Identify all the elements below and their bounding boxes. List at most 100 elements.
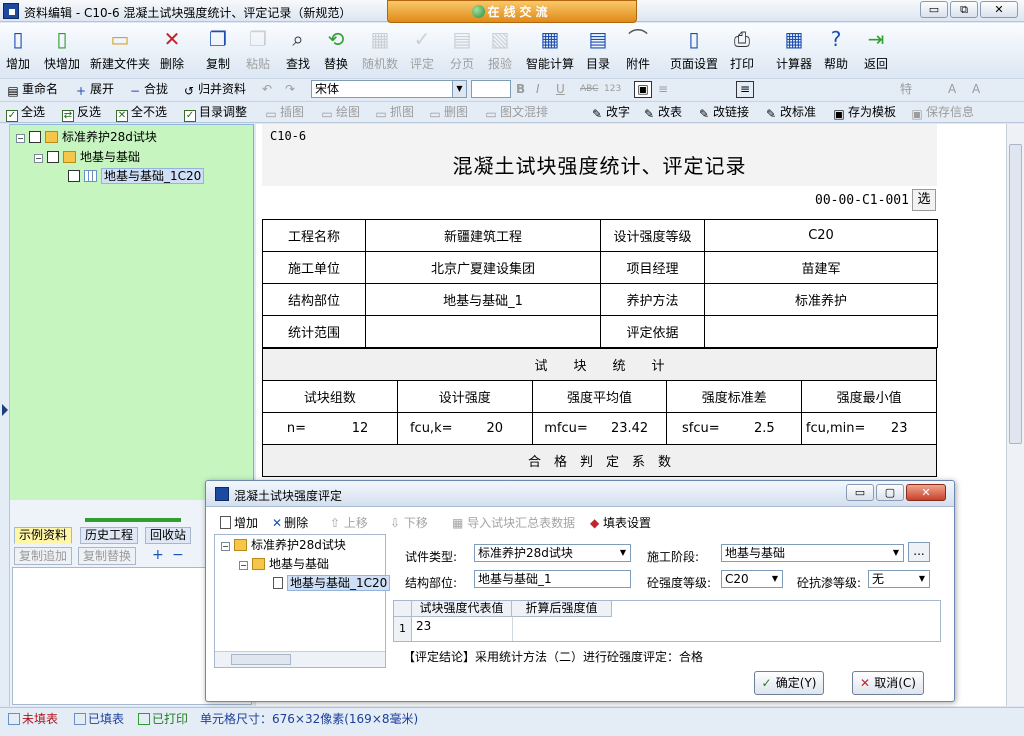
dialog-tree-root[interactable]: − 标准养护28d试块 <box>221 537 346 553</box>
delete-pic-button[interactable]: ▭ 删图 <box>428 104 468 121</box>
dialog-maximize-button[interactable]: ▢ <box>876 484 904 501</box>
close-button[interactable]: ✕ <box>980 1 1018 18</box>
expand-button[interactable]: + 展开 <box>74 81 114 98</box>
copy-replace-button[interactable]: 复制替换 <box>78 547 137 565</box>
stage-more-button[interactable]: ... <box>908 542 930 562</box>
rename-button[interactable]: ▤ 重命名 <box>6 81 58 98</box>
add-icon[interactable]: + <box>152 547 164 563</box>
collapse-toggle-icon[interactable]: − <box>221 542 230 551</box>
change-link-button[interactable]: ✎ 改链接 <box>697 104 749 121</box>
dialog-import-button[interactable]: ▦ 导入试块汇总表数据 <box>452 514 575 531</box>
stat-value-cell[interactable]: fcu,k= 20 <box>396 412 533 445</box>
expand-arrow-icon[interactable] <box>2 404 8 416</box>
collapse-button[interactable]: − 合拢 <box>128 81 168 98</box>
strength-grid[interactable]: 试块强度代表值 折算后强度值 1 23 <box>393 600 941 642</box>
seep-select[interactable]: 无 ▼ <box>868 570 930 588</box>
tree-checkbox[interactable] <box>47 151 59 163</box>
dialog-tree[interactable]: − 标准养护28d试块 − 地基与基础 地基与基础_1C20 <box>214 534 391 668</box>
tree-node-leaf[interactable]: 地基与基础_1C20 <box>68 168 205 184</box>
tab-examples[interactable]: 示例资料 <box>14 527 73 544</box>
underline-icon[interactable]: U <box>556 81 565 98</box>
scrollbar-thumb[interactable] <box>1009 144 1022 444</box>
info-value-cell[interactable] <box>365 315 601 348</box>
left-splitter[interactable] <box>0 124 10 706</box>
specimen-type-select[interactable]: 标准养护28d试块 ▼ <box>474 544 631 562</box>
dialog-delete-button[interactable]: ✕ 删除 <box>272 514 308 531</box>
toolbar-14-button[interactable]: ⌒ 附件 <box>624 25 652 72</box>
font-grow-icon[interactable]: A <box>948 81 956 98</box>
scrollbar-thumb[interactable] <box>231 654 291 665</box>
toolbar-2-button[interactable]: ▭ 新建文件夹 <box>90 25 150 72</box>
collapse-toggle-icon[interactable]: − <box>34 154 43 163</box>
info-value-cell[interactable]: 标准养护 <box>704 283 938 316</box>
align-left-icon[interactable]: ≡ <box>658 81 668 98</box>
dialog-tree-leaf[interactable]: 地基与基础_1C20 <box>273 575 391 591</box>
struct-input[interactable]: 地基与基础_1 <box>474 570 631 588</box>
online-chat-tab[interactable]: 在线交流 <box>387 0 637 23</box>
change-std-button[interactable]: ✎ 改标准 <box>764 104 816 121</box>
toolbar-8-button[interactable]: ▦ 随机数 <box>362 25 398 72</box>
stat-value-cell[interactable]: mfcu= 23.42 <box>531 412 668 445</box>
maximize-button[interactable]: ⧉ <box>950 1 978 18</box>
minimize-button[interactable]: ▭ <box>920 1 948 18</box>
select-number-button[interactable]: 选 <box>912 189 936 211</box>
toolbar-19-button[interactable]: ⇥ 返回 <box>862 25 890 72</box>
toolbar-10-button[interactable]: ▤ 分页 <box>448 25 476 72</box>
bold-icon[interactable]: B <box>516 81 525 98</box>
toolbar-5-button[interactable]: ❐ 粘贴 <box>244 25 272 72</box>
toolbar-11-button[interactable]: ▧ 报验 <box>486 25 514 72</box>
insert-pic-button[interactable]: ▭ 插图 <box>264 104 304 121</box>
toolbar-18-button[interactable]: ? 帮助 <box>822 25 850 72</box>
dialog-tree-hscroll[interactable] <box>215 651 385 667</box>
dir-adjust-button[interactable]: ✓ 目录调整 <box>184 104 247 122</box>
collapse-toggle-icon[interactable]: − <box>16 134 25 143</box>
select-all-button[interactable]: ✓ 全选 <box>6 104 45 122</box>
undo-icon[interactable]: ↶ <box>262 81 272 98</box>
info-value-cell[interactable]: C20 <box>704 219 938 252</box>
dialog-tree-child[interactable]: − 地基与基础 <box>239 556 329 572</box>
info-value-cell[interactable]: 地基与基础_1 <box>365 283 601 316</box>
remove-icon[interactable]: − <box>172 547 184 563</box>
redo-icon[interactable]: ↷ <box>285 81 295 98</box>
dialog-close-button[interactable]: ✕ <box>906 484 946 501</box>
info-value-cell[interactable]: 新疆建筑工程 <box>365 219 601 252</box>
collapse-toggle-icon[interactable]: − <box>239 561 248 570</box>
toolbar-9-button[interactable]: ✓ 评定 <box>408 25 436 72</box>
merge-button[interactable]: ↺ 归并资料 <box>182 81 246 98</box>
change-char-button[interactable]: ✎ 改字 <box>590 104 630 121</box>
copy-append-button[interactable]: 复制追加 <box>14 547 73 565</box>
tree-checkbox[interactable] <box>68 170 80 182</box>
tree-node-child[interactable]: − 地基与基础 <box>34 149 140 165</box>
stat-value-cell[interactable]: sfcu= 2.5 <box>666 412 803 445</box>
stage-select[interactable]: 地基与基础 ▼ <box>721 544 904 562</box>
align-center-icon[interactable]: ≡ <box>736 81 754 98</box>
toolbar-7-button[interactable]: ⟲ 替换 <box>322 25 350 72</box>
tab-recycle[interactable]: 回收站 <box>145 527 192 544</box>
select-none-button[interactable]: ✕ 全不选 <box>116 104 167 122</box>
toolbar-0-button[interactable]: ▯ 增加 <box>4 25 32 72</box>
save-info-button[interactable]: ▣ 保存信息 <box>910 104 974 121</box>
toolbar-3-button[interactable]: ✕ 删除 <box>158 25 186 72</box>
toolbar-4-button[interactable]: ❐ 复制 <box>204 25 232 72</box>
dialog-moveup-button[interactable]: ⇧ 上移 <box>330 514 368 531</box>
font-shrink-icon[interactable]: A <box>972 81 980 98</box>
grade-select[interactable]: C20 ▼ <box>721 570 783 588</box>
lock-icon[interactable]: ▣ <box>634 81 652 98</box>
superscript-icon[interactable]: 123 <box>604 81 621 98</box>
toolbar-12-button[interactable]: ▦ 智能计算 <box>526 25 574 72</box>
pic-text-button[interactable]: ▭ 图文混排 <box>484 104 548 121</box>
italic-icon[interactable]: I <box>536 81 540 98</box>
dialog-add-button[interactable]: 增加 <box>220 514 258 531</box>
invert-select-button[interactable]: ⇄ 反选 <box>62 104 101 122</box>
tree-node-root[interactable]: − 标准养护28d试块 <box>16 129 157 145</box>
dialog-minimize-button[interactable]: ▭ <box>846 484 874 501</box>
info-value-cell[interactable]: 苗建军 <box>704 251 938 284</box>
document-scrollbar[interactable] <box>1006 124 1024 706</box>
toolbar-1-button[interactable]: ▯ 快增加 <box>44 25 80 72</box>
dialog-fill-settings-button[interactable]: ◆ 填表设置 <box>590 514 651 531</box>
toolbar-15-button[interactable]: ▯ 页面设置 <box>670 25 718 72</box>
strikethrough-icon[interactable]: ABC <box>580 81 598 98</box>
draw-button[interactable]: ▭ 绘图 <box>320 104 360 121</box>
stat-value-cell[interactable]: fcu,min= 23 <box>801 412 937 445</box>
toolbar-13-button[interactable]: ▤ 目录 <box>584 25 612 72</box>
